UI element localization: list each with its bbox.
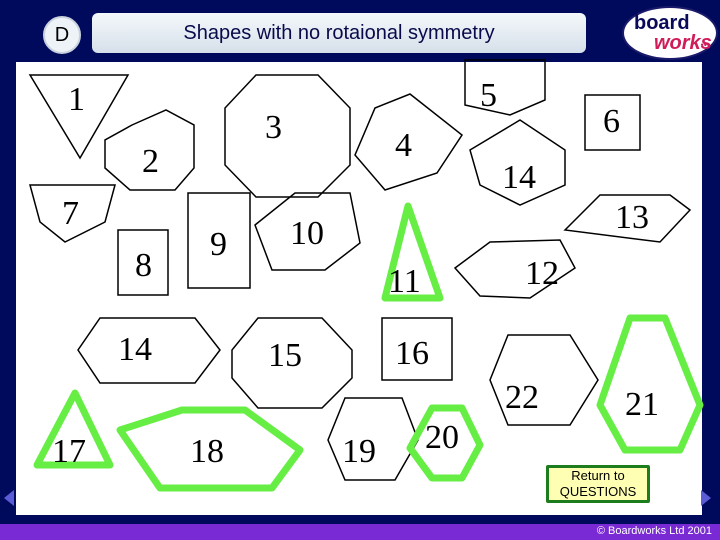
shape-label-9: 9 [210, 226, 227, 263]
shape-label-13: 13 [615, 199, 649, 236]
shape-label-16: 16 [395, 335, 429, 372]
return-button-line2: QUESTIONS [559, 484, 637, 499]
shape-label-4: 4 [395, 127, 412, 164]
shape-label-10: 10 [290, 215, 324, 252]
shape-label-15: 15 [268, 337, 302, 374]
shape-label-17: 17 [52, 433, 86, 470]
shape-label-12: 12 [525, 255, 559, 292]
shape-label-6: 6 [603, 103, 620, 140]
next-arrow-icon[interactable] [701, 490, 711, 506]
shape-label-19: 19 [342, 433, 376, 470]
shape-label-21: 22 [505, 379, 539, 416]
shape-label-20: 20 [425, 419, 459, 456]
return-button-line1: Return to [571, 468, 625, 483]
shape-3 [224, 74, 351, 198]
shape-label-8: 8 [135, 247, 152, 284]
shapes-canvas: 1 2 3 4 5 6 14 7 8 9 10 11 12 13 14 15 1… [28, 59, 704, 492]
shape-label-3: 3 [265, 109, 282, 146]
copyright-text: © Boardworks Ltd 2001 [596, 525, 712, 537]
shape-label-5: 5 [480, 77, 497, 114]
shape-label-14a: 14 [502, 159, 536, 196]
previous-arrow-icon[interactable] [4, 490, 14, 506]
shape-label-1: 1 [68, 81, 85, 118]
return-to-questions-button[interactable]: Return to QUESTIONS [546, 465, 650, 503]
shape-label-14b: 14 [118, 331, 152, 368]
shape-label-18: 18 [190, 433, 224, 470]
shape-label-7: 7 [62, 195, 79, 232]
shape-label-22: 21 [625, 386, 659, 423]
shape-22[interactable] [596, 314, 704, 454]
shape-label-2: 2 [142, 143, 159, 180]
shape-5 [464, 59, 546, 116]
shape-label-11: 11 [388, 263, 421, 300]
